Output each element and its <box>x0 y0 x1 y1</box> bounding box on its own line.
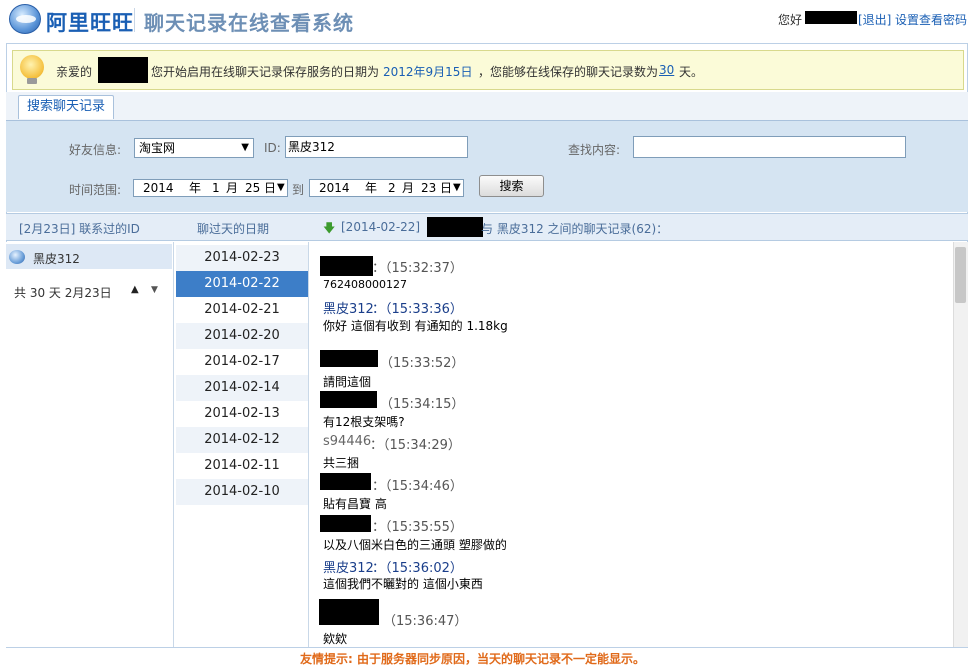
tab-search-chat[interactable]: 搜索聊天记录 <box>18 95 114 119</box>
sender-redacted <box>320 350 378 367</box>
message-text: 這個我們不曬對的 這個小東西 <box>323 577 483 591</box>
sort-up-icon[interactable]: ▲ <box>131 284 139 295</box>
date-item[interactable]: 2014-02-20 <box>176 323 308 349</box>
from-day-unit: 日 <box>264 181 277 195</box>
friend-source-value: 淘宝网 <box>139 141 176 155</box>
sender-redacted <box>320 256 373 276</box>
message-text: 貼有昌寶 高 <box>323 497 387 511</box>
sender-redacted <box>319 599 379 625</box>
message-time: ：（15:34:46） <box>372 479 463 494</box>
to-month: 2 <box>388 181 396 195</box>
message-time: （15:33:52） <box>380 356 465 371</box>
message-time: ：（15:35:55） <box>372 520 463 535</box>
contact-item[interactable] <box>6 244 172 269</box>
date-item-selected[interactable]: 2014-02-22 <box>176 271 308 297</box>
search-panel <box>6 120 968 212</box>
to-year: 2014 <box>319 181 350 195</box>
date-item[interactable]: 2014-02-21 <box>176 297 308 323</box>
notice-username-redacted <box>98 57 148 83</box>
logo-divider <box>134 8 135 32</box>
notice-start-date: 2012年9月15日 <box>383 65 473 79</box>
date-item[interactable]: 2014-02-13 <box>176 401 308 427</box>
contact-days-total: 共 30 天 2月23日 <box>14 286 112 300</box>
dropdown-arrow-icon: ▼ <box>241 142 249 153</box>
greeting-text: 您好 <box>778 13 803 27</box>
message-time: ：（15:36:02） <box>372 561 463 576</box>
contacted-ids-header: [2月23日] 联系过的ID <box>19 222 140 236</box>
from-month-unit: 月 <box>226 181 239 195</box>
date-item[interactable]: 2014-02-11 <box>176 453 308 479</box>
lightbulb-icon <box>20 55 44 79</box>
logo-text: 阿里旺旺 <box>46 11 134 35</box>
to-day: 23 <box>421 181 437 195</box>
from-year: 2014 <box>143 181 174 195</box>
from-year-unit: 年 <box>189 181 202 195</box>
notice-text: 您开始启用在线聊天记录保存服务的日期为 <box>151 65 380 79</box>
message-time: （15:34:15） <box>380 397 465 412</box>
chat-record-header-text: 与 黑皮312 之间的聊天记录(62)： <box>481 222 669 236</box>
logout-link[interactable]: [退出] <box>858 11 891 28</box>
scrollbar-thumb[interactable] <box>955 247 966 303</box>
date-dropdown-icon: ▼ <box>453 182 461 193</box>
tab-bar <box>6 92 968 120</box>
system-title: 聊天记录在线查看系统 <box>144 11 354 35</box>
date-dropdown-icon: ▼ <box>277 182 285 193</box>
from-month: 1 <box>212 181 220 195</box>
notice-prefix: 亲爱的 <box>56 65 93 79</box>
message-text: 762408000127 <box>323 278 407 291</box>
message-sender: s94446 <box>323 434 372 449</box>
message-text: 以及八個米白色的三通頭 塑膠做的 <box>323 538 507 552</box>
down-arrow-icon: 🡇 <box>323 221 336 235</box>
message-text: 你好 這個有收到 有通知的 1.18kg <box>323 319 508 333</box>
message-time: ：（15:33:36） <box>372 302 463 317</box>
sort-down-icon[interactable]: ▼ <box>151 285 158 295</box>
to-year-unit: 年 <box>365 181 378 195</box>
notice-suffix: 天。 <box>679 65 704 79</box>
to-month-unit: 月 <box>402 181 415 195</box>
notice-days-link[interactable]: 30 <box>659 63 674 77</box>
date-item[interactable]: 2014-02-23 <box>176 245 308 271</box>
id-input[interactable]: 黑皮312 <box>285 136 468 158</box>
chat-dates-header: 聊过天的日期 <box>197 222 270 236</box>
message-time: （15:36:47） <box>383 614 468 629</box>
sender-redacted <box>320 391 377 408</box>
notice-text-2: ，您能够在线保存的聊天记录数为 <box>478 65 659 79</box>
message-text: 有12根支架嗎? <box>323 415 405 429</box>
contact-avatar-icon <box>9 250 25 264</box>
lightbulb-base <box>27 78 37 84</box>
message-sender: 黑皮312 <box>323 302 374 317</box>
sender-redacted <box>320 515 371 532</box>
date-from-picker[interactable]: 2014 年 1 月 25 日 ▼ <box>133 179 288 197</box>
friend-info-label: 好友信息: <box>69 143 122 157</box>
date-item[interactable]: 2014-02-12 <box>176 427 308 453</box>
time-range-label: 时间范围: <box>69 183 122 197</box>
id-label: ID: <box>264 141 281 155</box>
search-content-label: 查找内容: <box>568 143 621 157</box>
message-text: 共三捆 <box>323 456 360 470</box>
search-content-input[interactable] <box>633 136 906 158</box>
friend-source-select[interactable]: 淘宝网 ▼ <box>134 138 254 158</box>
username-redacted <box>805 11 857 24</box>
message-text: 請問這個 <box>323 375 372 389</box>
date-to-label: 到 <box>292 183 305 197</box>
chat-header-username-redacted <box>427 217 483 237</box>
date-to-picker[interactable]: 2014 年 2 月 23 日 ▼ <box>309 179 464 197</box>
sender-redacted <box>320 473 371 490</box>
date-item[interactable]: 2014-02-17 <box>176 349 308 375</box>
footer-tip: 友情提示: 由于服务器同步原因，当天的聊天记录不一定能显示。 <box>300 652 645 666</box>
date-item[interactable]: 2014-02-14 <box>176 375 308 401</box>
message-time: ：（15:34:29） <box>370 438 461 453</box>
message-text: 欸欸 <box>323 632 348 646</box>
date-item[interactable]: 2014-02-10 <box>176 479 308 505</box>
contacts-column <box>6 242 174 647</box>
message-sender: 黑皮312 <box>323 561 374 576</box>
from-day: 25 <box>245 181 261 195</box>
aliwangwang-logo-icon <box>9 4 41 34</box>
contact-name[interactable]: 黑皮312 <box>33 250 80 267</box>
search-button[interactable]: 搜索 <box>479 175 544 197</box>
set-password-link[interactable]: 设置查看密码 <box>895 11 967 28</box>
to-day-unit: 日 <box>440 181 453 195</box>
chat-record-header-date: [2014-02-22] <box>341 220 421 234</box>
message-time: ：（15:32:37） <box>372 261 463 276</box>
